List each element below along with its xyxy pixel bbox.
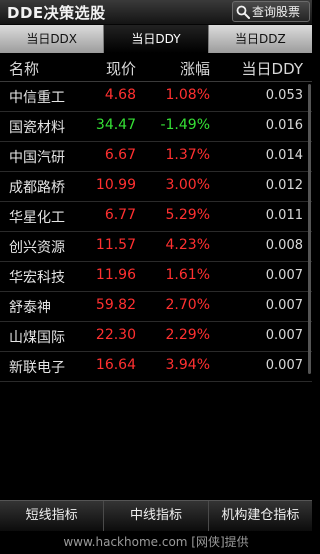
stock-price: 34.47 (95, 117, 136, 133)
tab-ddz[interactable]: 当日DDZ (209, 25, 312, 53)
stock-name: 成都路桥 (9, 180, 65, 196)
table-row[interactable]: 华宏科技 11.96 1.61% 0.007 (0, 262, 312, 292)
stock-ddy: 0.007 (265, 268, 303, 283)
search-icon (236, 5, 250, 19)
stock-name: 华星化工 (9, 210, 65, 226)
column-header-row: 名称 现价 涨幅 当日DDY (0, 54, 312, 82)
stock-change: 1.08% (165, 87, 210, 103)
stock-price: 6.77 (104, 207, 136, 223)
column-header-price[interactable]: 现价 (106, 58, 136, 79)
stock-ddy: 0.011 (265, 208, 303, 223)
table-row[interactable]: 中国汽研 6.67 1.37% 0.014 (0, 142, 312, 172)
stock-price: 4.68 (104, 87, 136, 103)
stock-ddy: 0.007 (265, 358, 303, 373)
table-row[interactable]: 成都路桥 10.99 3.00% 0.012 (0, 172, 312, 202)
indicator-tabs: 当日DDX 当日DDY 当日DDZ (0, 25, 312, 53)
stock-price: 59.82 (95, 297, 136, 313)
nav-short-term-indicator[interactable]: 短线指标 (0, 501, 105, 531)
table-row[interactable]: 山煤国际 22.30 2.29% 0.007 (0, 322, 312, 352)
tab-ddx[interactable]: 当日DDX (0, 25, 105, 53)
table-row[interactable]: 舒泰神 59.82 2.70% 0.007 (0, 292, 312, 322)
stock-ddy: 0.012 (265, 178, 303, 193)
stock-change: 3.00% (165, 177, 210, 193)
stock-ddy: 0.053 (265, 88, 303, 103)
table-row[interactable]: 中信重工 4.68 1.08% 0.053 (0, 82, 312, 112)
stock-list: 中信重工 4.68 1.08% 0.053 国瓷材料 34.47 -1.49% 0.016 中国… (0, 82, 312, 382)
app-title: DDE决策选股 (7, 4, 106, 22)
table-row[interactable]: 创兴资源 11.57 4.23% 0.008 (0, 232, 312, 262)
stock-change: -1.49% (160, 117, 210, 133)
table-row[interactable]: 国瓷材料 34.47 -1.49% 0.016 (0, 112, 312, 142)
column-header-dde[interactable]: 当日DDY (242, 58, 303, 79)
stock-ddy: 0.008 (265, 238, 303, 253)
table-row[interactable]: 华星化工 6.77 5.29% 0.011 (0, 202, 312, 232)
stock-name: 新联电子 (9, 360, 65, 376)
stock-name: 舒泰神 (9, 300, 51, 316)
stock-price: 6.67 (104, 147, 136, 163)
column-header-change[interactable]: 涨幅 (180, 58, 210, 79)
tab-ddy[interactable]: 当日DDY (104, 25, 209, 53)
stock-name: 中信重工 (9, 90, 65, 106)
column-header-name[interactable]: 名称 (9, 58, 39, 79)
scrollbar[interactable] (308, 84, 311, 374)
stock-name: 国瓷材料 (9, 120, 65, 136)
title-bar: DDE决策选股 查询股票 (0, 0, 312, 25)
stock-change: 2.29% (165, 327, 210, 343)
stock-name: 华宏科技 (9, 270, 65, 286)
stock-price: 11.96 (95, 267, 136, 283)
stock-name: 山煤国际 (9, 330, 65, 346)
stock-name: 创兴资源 (9, 240, 65, 256)
stock-price: 11.57 (95, 237, 136, 253)
stock-price: 10.99 (95, 177, 136, 193)
stock-ddy: 0.007 (265, 328, 303, 343)
stock-change: 1.61% (165, 267, 210, 283)
stock-ddy: 0.014 (265, 148, 303, 163)
table-row[interactable]: 新联电子 16.64 3.94% 0.007 (0, 352, 312, 382)
search-stock-label: 查询股票 (252, 5, 301, 19)
stock-change: 3.94% (165, 357, 210, 373)
stock-ddy: 0.016 (265, 118, 303, 133)
stock-ddy: 0.007 (265, 298, 303, 313)
stock-change: 5.29% (165, 207, 210, 223)
stock-change: 1.37% (165, 147, 210, 163)
nav-institution-indicator[interactable]: 机构建仓指标 (209, 501, 312, 531)
stock-price: 16.64 (95, 357, 136, 373)
stock-change: 4.23% (165, 237, 210, 253)
nav-mid-term-indicator[interactable]: 中线指标 (104, 501, 209, 531)
stock-price: 22.30 (95, 327, 136, 343)
stock-name: 中国汽研 (9, 150, 65, 166)
search-stock-button[interactable]: 查询股票 (232, 1, 310, 22)
stock-change: 2.70% (165, 297, 210, 313)
bottom-nav: 短线指标 中线指标 机构建仓指标 (0, 500, 312, 531)
watermark: www.hackhome.com [网侠]提供 (63, 535, 249, 549)
